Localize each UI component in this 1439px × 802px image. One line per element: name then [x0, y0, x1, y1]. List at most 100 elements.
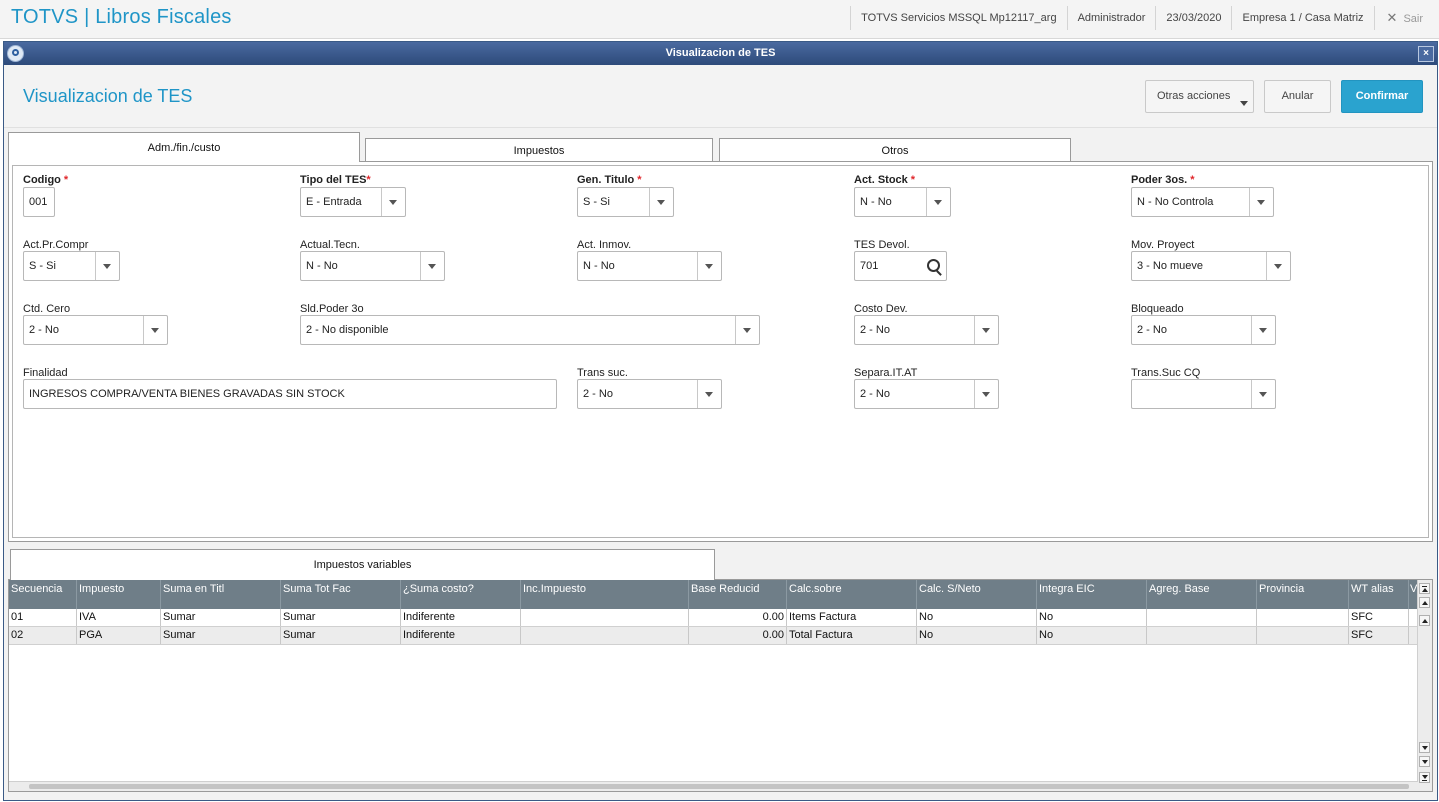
- col-wt-alias[interactable]: WT alias: [1349, 580, 1409, 609]
- exit-label: Sair: [1403, 13, 1423, 25]
- scroll-up-icon[interactable]: [1419, 615, 1430, 626]
- label-bloqueado: Bloqueado: [1131, 303, 1184, 315]
- label-poder-3os: Poder 3os. *: [1131, 174, 1195, 186]
- chevron-down-icon: [143, 316, 167, 344]
- dialog-close-button[interactable]: ×: [1418, 46, 1434, 62]
- dialog-header: Visualizacion de TES Otras acciones Anul…: [4, 65, 1437, 128]
- label-act-inmov: Act. Inmov.: [577, 239, 632, 251]
- chevron-down-icon: [974, 380, 998, 408]
- chevron-down-icon: [381, 188, 405, 216]
- col-suma-costo[interactable]: ¿Suma costo?: [401, 580, 521, 609]
- grid-vertical-scrollbar[interactable]: [1417, 580, 1432, 791]
- table-row[interactable]: 02 PGA Sumar Sumar Indiferente 0.00 Tota…: [9, 627, 1418, 645]
- act-pr-compr-select[interactable]: S - Si: [23, 251, 120, 281]
- close-icon: ✕: [1386, 10, 1398, 25]
- page-title: Visualizacion de TES: [23, 86, 193, 106]
- mov-proyect-select[interactable]: 3 - No mueve: [1131, 251, 1291, 281]
- exit-button[interactable]: ✕ Sair: [1373, 6, 1439, 30]
- confirm-button[interactable]: Confirmar: [1341, 80, 1423, 113]
- chevron-down-icon: [420, 252, 444, 280]
- col-base-reducid[interactable]: Base Reducid: [689, 580, 787, 609]
- label-actual-tecn: Actual.Tecn.: [300, 239, 360, 251]
- tab-impuestos-variables[interactable]: Impuestos variables: [10, 549, 715, 580]
- dialog-title: Visualizacion de TES: [665, 47, 776, 59]
- finalidad-field[interactable]: INGRESOS COMPRA/VENTA BIENES GRAVADAS SI…: [23, 379, 557, 409]
- tes-dialog: Visualizacion de TES × Visualizacion de …: [3, 41, 1438, 801]
- scroll-page-down-icon[interactable]: [1419, 756, 1430, 767]
- chevron-down-icon: [735, 316, 759, 344]
- chevron-down-icon: [974, 316, 998, 344]
- codigo-field[interactable]: 001: [23, 187, 55, 217]
- ctd-cero-select[interactable]: 2 - No: [23, 315, 168, 345]
- chevron-down-icon: [1251, 380, 1275, 408]
- grid-horizontal-scrollbar[interactable]: [9, 781, 1418, 791]
- label-act-pr-compr: Act.Pr.Compr: [23, 239, 89, 251]
- table-row[interactable]: 01 IVA Sumar Sumar Indiferente 0.00 Item…: [9, 609, 1418, 627]
- chevron-down-icon: [1266, 252, 1290, 280]
- grid-header: Secuencia Impuesto Suma en Titl Suma Tot…: [9, 580, 1418, 609]
- separa-itat-select[interactable]: 2 - No: [854, 379, 999, 409]
- dialog-titlebar: Visualizacion de TES ×: [4, 42, 1437, 65]
- tab-otros[interactable]: Otros: [719, 138, 1071, 162]
- label-gen-titulo: Gen. Titulo *: [577, 174, 642, 186]
- company-name[interactable]: Empresa 1 / Casa Matriz: [1231, 6, 1373, 30]
- chevron-down-icon: [95, 252, 119, 280]
- chevron-down-icon: [697, 380, 721, 408]
- label-sld-poder: Sld.Poder 3o: [300, 303, 364, 315]
- label-tipo-tes: Tipo del TES*: [300, 174, 371, 186]
- chevron-down-icon: [649, 188, 673, 216]
- label-codigo: Codigo *: [23, 174, 69, 186]
- label-trans-suc-cq: Trans.Suc CQ: [1131, 367, 1201, 379]
- col-provincia[interactable]: Provincia: [1257, 580, 1349, 609]
- sld-poder-select[interactable]: 2 - No disponible: [300, 315, 760, 345]
- app-title: TOTVS | Libros Fiscales: [11, 6, 232, 28]
- more-actions-label: Otras acciones: [1157, 90, 1231, 102]
- chevron-down-icon: [1251, 316, 1275, 344]
- chevron-down-icon: [1249, 188, 1273, 216]
- costo-dev-select[interactable]: 2 - No: [854, 315, 999, 345]
- col-inc-impuesto[interactable]: Inc.Impuesto: [521, 580, 689, 609]
- label-mov-proyect: Mov. Proyect: [1131, 239, 1195, 251]
- tes-devol-field[interactable]: 701: [854, 251, 947, 281]
- act-inmov-select[interactable]: N - No: [577, 251, 722, 281]
- col-integra-eic[interactable]: Integra EIC: [1037, 580, 1147, 609]
- gen-titulo-select[interactable]: S - Si: [577, 187, 674, 217]
- chevron-down-icon: [697, 252, 721, 280]
- cancel-button[interactable]: Anular: [1264, 80, 1331, 113]
- scroll-bottom-icon[interactable]: [1419, 772, 1430, 783]
- label-tes-devol: TES Devol.: [854, 239, 910, 251]
- col-calc-sobre[interactable]: Calc.sobre: [787, 580, 917, 609]
- tipo-tes-select[interactable]: E - Entrada: [300, 187, 406, 217]
- top-bar: TOTVS | Libros Fiscales TOTVS Servicios …: [0, 0, 1439, 39]
- trans-suc-select[interactable]: 2 - No: [577, 379, 722, 409]
- form-panel-inner: Codigo * 001 Tipo del TES* E - Entrada Ge…: [12, 165, 1429, 538]
- tab-adm-fin-custo[interactable]: Adm./fin./custo: [8, 132, 360, 162]
- actual-tecn-select[interactable]: N - No: [300, 251, 445, 281]
- tab-impuestos[interactable]: Impuestos: [365, 138, 713, 162]
- scroll-page-up-icon[interactable]: [1419, 597, 1430, 608]
- taxes-grid: Secuencia Impuesto Suma en Titl Suma Tot…: [8, 579, 1433, 792]
- label-trans-suc: Trans suc.: [577, 367, 628, 379]
- more-actions-button[interactable]: Otras acciones: [1145, 80, 1254, 113]
- col-secuencia[interactable]: Secuencia: [9, 580, 77, 609]
- search-icon: [927, 259, 940, 272]
- scroll-thumb[interactable]: [29, 784, 1409, 789]
- col-impuesto[interactable]: Impuesto: [77, 580, 161, 609]
- col-calc-s-neto[interactable]: Calc. S/Neto: [917, 580, 1037, 609]
- bloqueado-select[interactable]: 2 - No: [1131, 315, 1276, 345]
- col-agreg-base[interactable]: Agreg. Base: [1147, 580, 1257, 609]
- poder-3os-select[interactable]: N - No Controla: [1131, 187, 1274, 217]
- app-logo-icon: [7, 45, 24, 62]
- scroll-top-icon[interactable]: [1419, 583, 1430, 594]
- session-info: TOTVS Servicios MSSQL Mp12117_arg Admini…: [850, 6, 1439, 30]
- col-suma-tot-fac[interactable]: Suma Tot Fac: [281, 580, 401, 609]
- form-panel: Codigo * 001 Tipo del TES* E - Entrada Ge…: [8, 161, 1433, 542]
- label-ctd-cero: Ctd. Cero: [23, 303, 71, 315]
- session-date: 23/03/2020: [1155, 6, 1231, 30]
- trans-suc-cq-select[interactable]: [1131, 379, 1276, 409]
- scroll-down-icon[interactable]: [1419, 742, 1430, 753]
- act-stock-select[interactable]: N - No: [854, 187, 951, 217]
- label-costo-dev: Costo Dev.: [854, 303, 908, 315]
- col-suma-titl[interactable]: Suma en Titl: [161, 580, 281, 609]
- server-name: TOTVS Servicios MSSQL Mp12117_arg: [850, 6, 1066, 30]
